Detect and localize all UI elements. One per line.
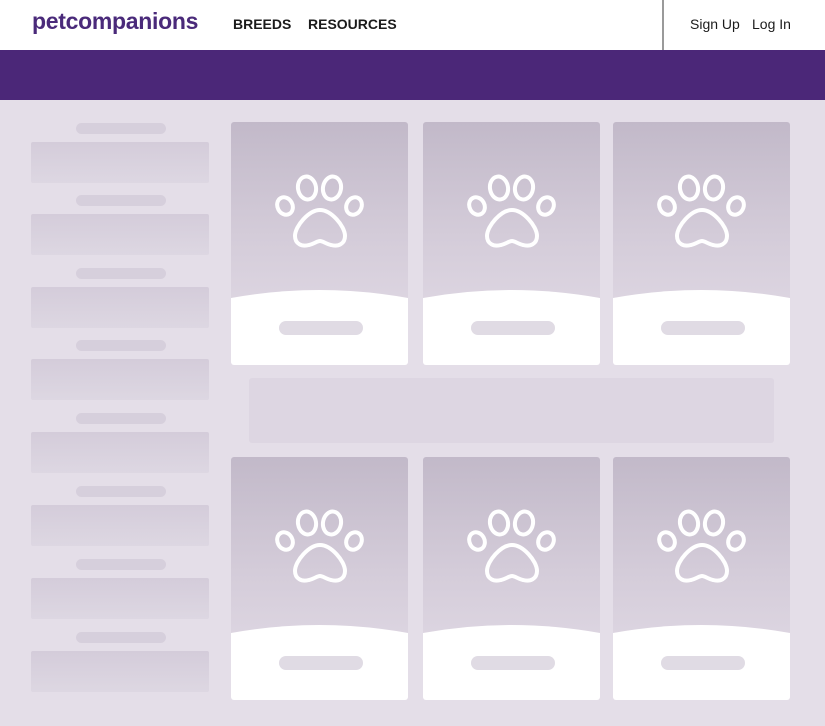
paw-icon [467,174,556,248]
skeleton-label [76,486,166,497]
pet-card-placeholder[interactable] [231,457,408,700]
skeleton-label [76,340,166,351]
paw-icon [467,509,556,583]
skeleton-block [31,214,209,255]
pet-card-placeholder[interactable] [231,122,408,365]
skeleton-block [31,432,209,473]
pet-card-placeholder[interactable] [423,122,600,365]
skeleton-text-pill [661,321,745,335]
skeleton-label [76,632,166,643]
skeleton-label [76,268,166,279]
pet-card-placeholder[interactable] [423,457,600,700]
skeleton-label [76,413,166,424]
paw-icon [657,174,746,248]
skeleton-block [31,142,209,183]
skeleton-label [76,123,166,134]
skeleton-text-pill [661,656,745,670]
skeleton-label [76,559,166,570]
purple-banner [0,50,825,100]
pet-card-placeholder[interactable] [613,122,790,365]
skeleton-block [31,505,209,546]
paw-icon [657,509,746,583]
paw-icon [275,509,364,583]
skeleton-block [31,359,209,400]
skeleton-label [76,195,166,206]
site-logo[interactable]: petcompanions [32,8,198,35]
sign-up-link[interactable]: Sign Up [690,16,740,32]
pet-card-placeholder[interactable] [613,457,790,700]
nav-breeds-link[interactable]: BREEDS [233,16,291,32]
nav-resources-link[interactable]: RESOURCES [308,16,397,32]
site-header: petcompanions BREEDS RESOURCES Sign Up L… [0,0,825,50]
skeleton-text-pill [471,656,555,670]
skeleton-text-pill [279,321,363,335]
skeleton-text-pill [471,321,555,335]
paw-icon [275,174,364,248]
skeleton-block [31,651,209,692]
skeleton-block [31,287,209,328]
header-divider [662,0,664,50]
log-in-link[interactable]: Log In [752,16,791,32]
ad-placeholder-block [249,378,774,443]
skeleton-block [31,578,209,619]
skeleton-text-pill [279,656,363,670]
